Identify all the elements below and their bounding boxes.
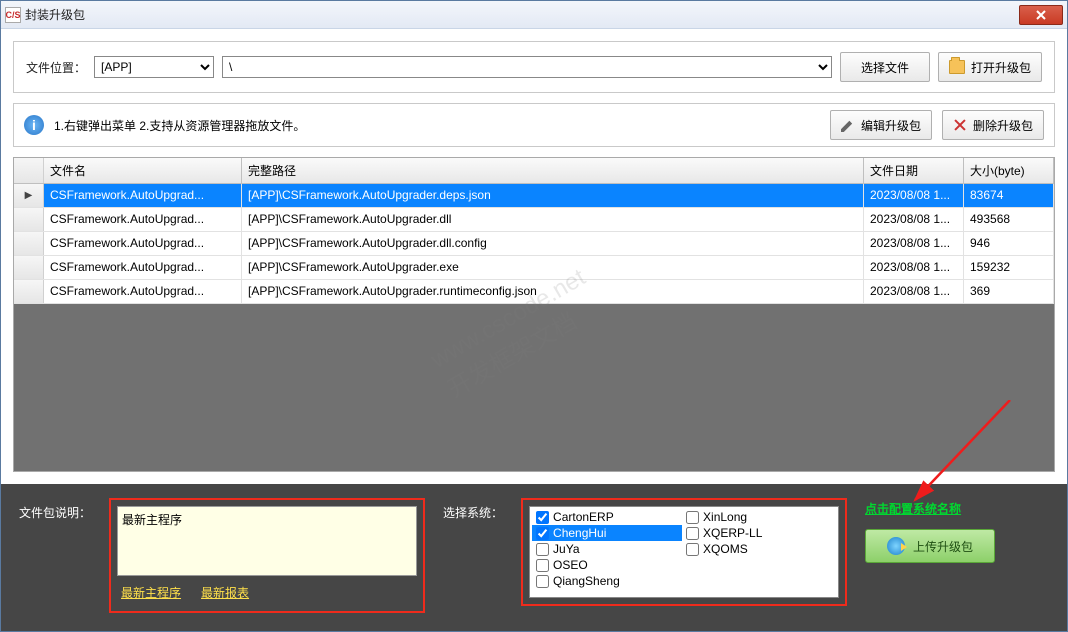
system-label-text: XQOMS [703, 542, 748, 556]
cell-path: [APP]\CSFramework.AutoUpgrader.exe [242, 256, 864, 279]
table-row[interactable]: CSFramework.AutoUpgrad...[APP]\CSFramewo… [14, 208, 1054, 232]
table-row[interactable]: CSFramework.AutoUpgrad...[APP]\CSFramewo… [14, 232, 1054, 256]
table-row[interactable]: CSFramework.AutoUpgrad...[APP]\CSFramewo… [14, 280, 1054, 304]
file-grid-wrap: 文件名 完整路径 文件日期 大小(byte) ▶CSFramework.Auto… [13, 157, 1055, 472]
info-toolbar: i 1.右键弹出菜单 2.支持从资源管理器拖放文件。 编辑升级包 删除升级包 [13, 103, 1055, 147]
row-indicator: ▶ [14, 184, 44, 207]
link-report[interactable]: 最新报表 [201, 584, 249, 601]
titlebar: C/S 封装升级包 [1, 1, 1067, 29]
system-item[interactable]: XQOMS [682, 541, 832, 557]
table-row[interactable]: CSFramework.AutoUpgrad...[APP]\CSFramewo… [14, 256, 1054, 280]
cell-size: 946 [964, 232, 1054, 255]
system-label-text: XQERP-LL [703, 526, 762, 540]
file-grid[interactable]: 文件名 完整路径 文件日期 大小(byte) ▶CSFramework.Auto… [14, 158, 1054, 304]
system-label: 选择系统： [443, 498, 503, 521]
cell-size: 83674 [964, 184, 1054, 207]
globe-icon [887, 537, 905, 555]
window-title: 封装升级包 [25, 6, 1019, 23]
system-checkbox[interactable] [536, 511, 549, 524]
system-list[interactable]: CartonERP ChengHui JuYa OSEO QiangSheng XinLo… [529, 506, 839, 598]
edit-icon [841, 118, 855, 132]
cell-path: [APP]\CSFramework.AutoUpgrader.dll [242, 208, 864, 231]
cell-name: CSFramework.AutoUpgrad... [44, 280, 242, 303]
system-checkbox[interactable] [536, 543, 549, 556]
cell-name: CSFramework.AutoUpgrad... [44, 208, 242, 231]
system-item[interactable]: XinLong [682, 509, 832, 525]
cell-name: CSFramework.AutoUpgrad... [44, 232, 242, 255]
close-icon [1036, 10, 1046, 20]
window: C/S 封装升级包 文件位置： [APP] \ 选择文件 打开升级包 i 1.右 [0, 0, 1068, 632]
upload-package-button[interactable]: 上传升级包 [865, 529, 995, 563]
path-select[interactable]: \ [222, 56, 832, 78]
system-checkbox[interactable] [536, 559, 549, 572]
cell-date: 2023/08/08 1... [864, 280, 964, 303]
cell-path: [APP]\CSFramework.AutoUpgrader.deps.json [242, 184, 864, 207]
location-select[interactable]: [APP] [94, 56, 214, 78]
col-header-name[interactable]: 文件名 [44, 158, 242, 183]
configure-systems-link[interactable]: 点击配置系统名称 [865, 500, 995, 517]
system-label-text: XinLong [703, 510, 747, 524]
system-item[interactable]: XQERP-LL [682, 525, 832, 541]
row-indicator [14, 280, 44, 303]
system-checkbox[interactable] [686, 543, 699, 556]
cell-path: [APP]\CSFramework.AutoUpgrader.runtimeco… [242, 280, 864, 303]
system-checkbox[interactable] [536, 527, 549, 540]
system-checkbox[interactable] [536, 575, 549, 588]
system-item[interactable]: ChengHui [532, 525, 682, 541]
file-toolbar: 文件位置： [APP] \ 选择文件 打开升级包 [13, 41, 1055, 93]
cell-date: 2023/08/08 1... [864, 232, 964, 255]
system-highlight: CartonERP ChengHui JuYa OSEO QiangSheng XinLo… [521, 498, 847, 606]
right-column: 点击配置系统名称 上传升级包 [865, 498, 995, 563]
folder-icon [949, 60, 965, 74]
indicator-header [14, 158, 44, 183]
col-header-size[interactable]: 大小(byte) [964, 158, 1054, 183]
description-textarea[interactable]: 最新主程序 [117, 506, 417, 576]
system-checkbox[interactable] [686, 511, 699, 524]
desc-highlight: 最新主程序 最新主程序 最新报表 [109, 498, 425, 613]
select-file-button[interactable]: 选择文件 [840, 52, 930, 82]
link-main[interactable]: 最新主程序 [121, 584, 181, 601]
cell-date: 2023/08/08 1... [864, 184, 964, 207]
system-label-text: QiangSheng [553, 574, 620, 588]
cell-size: 493568 [964, 208, 1054, 231]
row-indicator [14, 256, 44, 279]
edit-package-button[interactable]: 编辑升级包 [830, 110, 932, 140]
system-item[interactable]: QiangSheng [532, 573, 682, 589]
cell-name: CSFramework.AutoUpgrad... [44, 256, 242, 279]
system-item[interactable]: JuYa [532, 541, 682, 557]
system-item[interactable]: CartonERP [532, 509, 682, 525]
system-label-text: OSEO [553, 558, 588, 572]
row-indicator [14, 208, 44, 231]
cell-name: CSFramework.AutoUpgrad... [44, 184, 242, 207]
app-icon: C/S [5, 7, 21, 23]
delete-icon [953, 118, 967, 132]
cell-date: 2023/08/08 1... [864, 208, 964, 231]
system-label-text: CartonERP [553, 510, 614, 524]
desc-label: 文件包说明： [19, 498, 91, 521]
delete-package-button[interactable]: 删除升级包 [942, 110, 1044, 140]
open-package-button[interactable]: 打开升级包 [938, 52, 1042, 82]
system-checkbox[interactable] [686, 527, 699, 540]
info-icon: i [24, 115, 44, 135]
col-header-path[interactable]: 完整路径 [242, 158, 864, 183]
row-indicator [14, 232, 44, 255]
grid-body: ▶CSFramework.AutoUpgrad...[APP]\CSFramew… [14, 184, 1054, 304]
system-item[interactable]: OSEO [532, 557, 682, 573]
cell-size: 159232 [964, 256, 1054, 279]
content-area: 文件位置： [APP] \ 选择文件 打开升级包 i 1.右键弹出菜单 2.支持… [1, 29, 1067, 484]
file-location-label: 文件位置： [26, 59, 86, 76]
bottom-panel: 文件包说明： 最新主程序 最新主程序 最新报表 选择系统： CartonERPC… [1, 484, 1067, 631]
grid-header: 文件名 完整路径 文件日期 大小(byte) [14, 158, 1054, 184]
cell-date: 2023/08/08 1... [864, 256, 964, 279]
cell-path: [APP]\CSFramework.AutoUpgrader.dll.confi… [242, 232, 864, 255]
close-button[interactable] [1019, 5, 1063, 25]
info-text: 1.右键弹出菜单 2.支持从资源管理器拖放文件。 [54, 117, 820, 134]
col-header-date[interactable]: 文件日期 [864, 158, 964, 183]
table-row[interactable]: ▶CSFramework.AutoUpgrad...[APP]\CSFramew… [14, 184, 1054, 208]
system-label-text: ChengHui [553, 526, 606, 540]
cell-size: 369 [964, 280, 1054, 303]
system-label-text: JuYa [553, 542, 579, 556]
quick-links: 最新主程序 最新报表 [117, 584, 417, 605]
